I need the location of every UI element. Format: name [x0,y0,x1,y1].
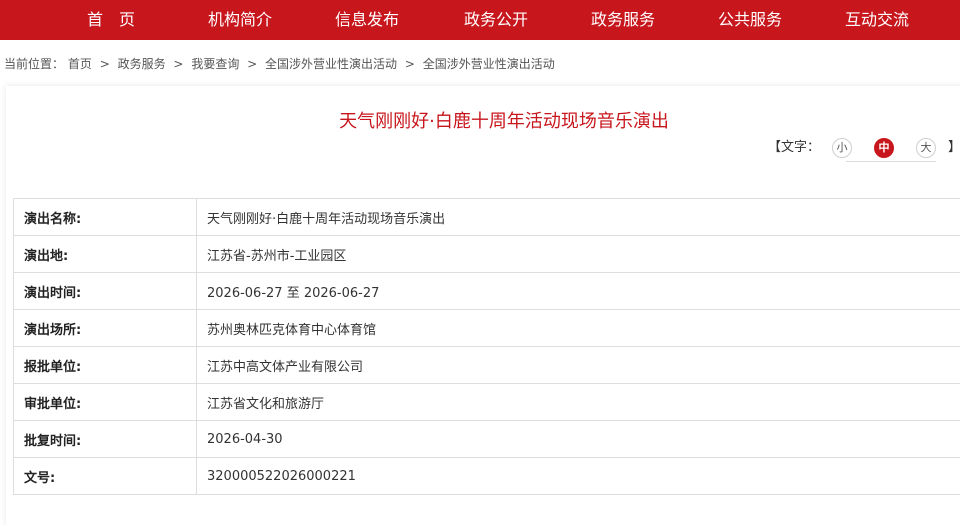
breadcrumb-separator: > [401,57,419,71]
nav-item-gov-service[interactable]: 政务服务 [591,0,655,40]
breadcrumb-query[interactable]: 我要查询 [191,57,239,71]
breadcrumb-gov-service[interactable]: 政务服务 [118,57,166,71]
field-value: 320000522026000221 [197,458,960,495]
field-label: 演出名称: [14,199,197,236]
field-label: 演出时间: [14,273,197,310]
nav-item-public-service[interactable]: 公共服务 [718,0,782,40]
field-value: 2026-04-30 [197,421,960,458]
breadcrumb-category[interactable]: 全国涉外营业性演出活动 [265,57,397,71]
breadcrumb-separator: > [169,57,187,71]
field-value: 江苏中高文体产业有限公司 [197,347,960,384]
performance-info-table: 演出名称: 天气刚刚好·白鹿十周年活动现场音乐演出 演出地: 江苏省-苏州市-工… [13,198,960,495]
table-row: 演出场所: 苏州奥林匹克体育中心体育馆 [14,310,960,347]
font-size-small-button[interactable]: 小 [832,138,852,158]
table-row: 演出名称: 天气刚刚好·白鹿十周年活动现场音乐演出 [14,199,960,236]
field-value: 天气刚刚好·白鹿十周年活动现场音乐演出 [197,199,960,236]
field-value: 2026-06-27 至 2026-06-27 [197,273,960,310]
breadcrumb-home[interactable]: 首页 [68,57,92,71]
field-label: 文号: [14,458,197,495]
breadcrumb-separator: > [243,57,261,71]
table-row: 审批单位: 江苏省文化和旅游厅 [14,384,960,421]
nav-item-interaction[interactable]: 互动交流 [845,0,909,40]
breadcrumb-prefix: 当前位置： [4,57,64,71]
table-row: 报批单位: 江苏中高文体产业有限公司 [14,347,960,384]
font-size-large-button[interactable]: 大 [916,138,936,158]
nav-item-about[interactable]: 机构简介 [208,0,272,40]
field-value: 苏州奥林匹克体育中心体育馆 [197,310,960,347]
page-title: 天气刚刚好·白鹿十周年活动现场音乐演出 [0,107,960,133]
field-label: 审批单位: [14,384,197,421]
table-row: 演出时间: 2026-06-27 至 2026-06-27 [14,273,960,310]
font-size-bracket: 】 [948,137,960,159]
table-row: 批复时间: 2026-04-30 [14,421,960,458]
breadcrumb: 当前位置： 首页 > 政务服务 > 我要查询 > 全国涉外营业性演出活动 > 全… [4,55,555,73]
font-size-label: 【文字： [768,137,820,159]
top-nav-bar: 首 页 机构简介 信息发布 政务公开 政务服务 公共服务 互动交流 [0,0,960,40]
field-label: 批复时间: [14,421,197,458]
breadcrumb-current[interactable]: 全国涉外营业性演出活动 [423,57,555,71]
font-size-underline [846,161,936,162]
nav-item-news[interactable]: 信息发布 [335,0,399,40]
field-value: 江苏省文化和旅游厅 [197,384,960,421]
field-label: 演出地: [14,236,197,273]
font-size-medium-button[interactable]: 中 [874,138,894,158]
field-value: 江苏省-苏州市-工业园区 [197,236,960,273]
table-row: 演出地: 江苏省-苏州市-工业园区 [14,236,960,273]
nav-item-home[interactable]: 首 页 [87,0,135,40]
breadcrumb-separator: > [96,57,114,71]
field-label: 报批单位: [14,347,197,384]
nav-item-gov-open[interactable]: 政务公开 [464,0,528,40]
field-label: 演出场所: [14,310,197,347]
table-row: 文号: 320000522026000221 [14,458,960,495]
